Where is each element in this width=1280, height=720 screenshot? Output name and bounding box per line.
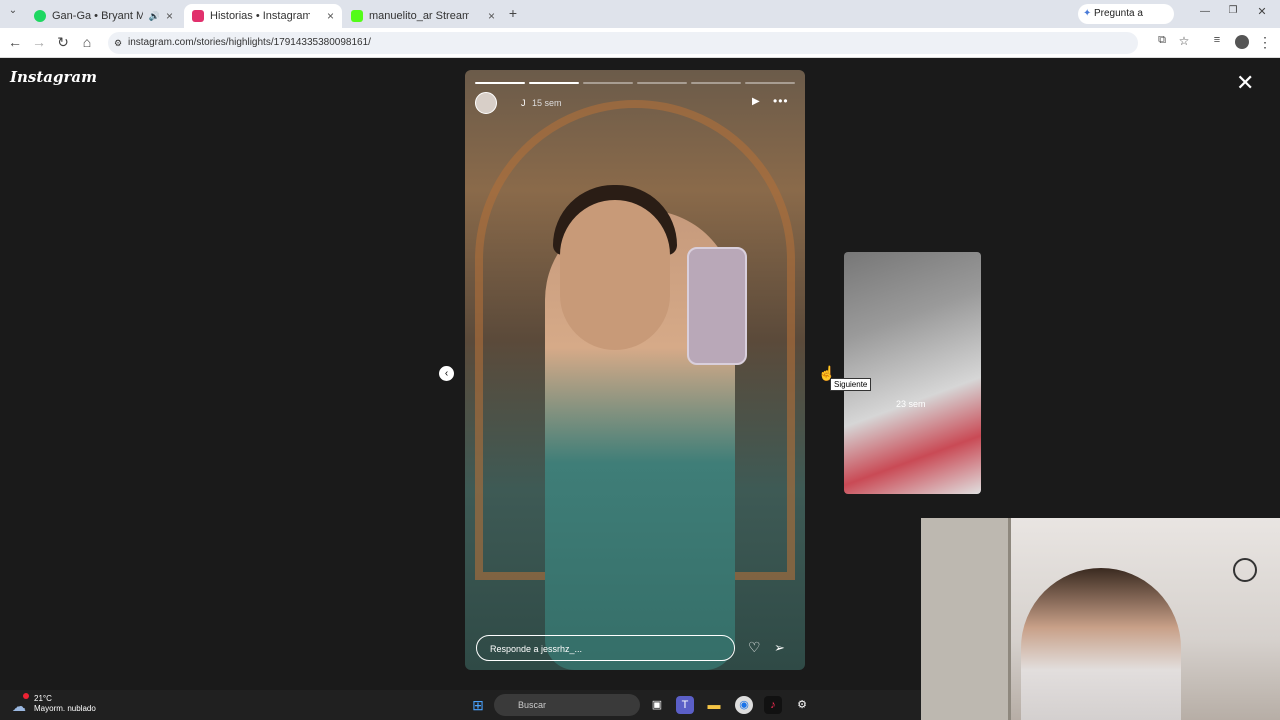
tab-label: manuelito_ar Stream - Watch Li: [369, 10, 469, 22]
minimize-icon[interactable]: —: [1196, 6, 1214, 17]
next-tooltip: Siguiente: [830, 378, 872, 391]
forward-icon[interactable]: →: [30, 34, 48, 50]
tab-label: Gan-Ga • Bryant Myers, Anu: [52, 10, 143, 22]
progress-segment: [745, 82, 795, 84]
webcam-overlay: [921, 518, 1280, 720]
webcam-streamer: [1021, 568, 1181, 720]
teams-icon[interactable]: T: [676, 696, 694, 714]
progress-segment: [475, 82, 525, 84]
site-info-icon[interactable]: ⚙: [114, 32, 122, 54]
progress-segment: [637, 82, 687, 84]
gemini-button[interactable]: ✦ Pregunta a Gemini: [1078, 4, 1174, 39]
close-tab-icon[interactable]: ×: [166, 9, 173, 23]
cast-icon[interactable]: ⧉: [1153, 34, 1171, 47]
progress-segment: [691, 82, 741, 84]
taskbar-search[interactable]: Buscar: [494, 694, 640, 716]
steam-icon[interactable]: ⚙: [793, 696, 811, 714]
heart-icon[interactable]: ♡: [748, 639, 761, 656]
next-story-preview[interactable]: 23 sem: [844, 252, 981, 494]
task-view-icon[interactable]: ▣: [648, 696, 666, 714]
story-card[interactable]: J 15 sem ▶ ••• Responde a jessrhz_... ♡ …: [465, 70, 805, 670]
instagram-icon: [192, 10, 204, 22]
previous-story-button[interactable]: ‹: [439, 366, 454, 381]
progress-segment: [529, 82, 579, 84]
tiktok-icon[interactable]: ♪: [764, 696, 782, 714]
kick-icon: [351, 10, 363, 22]
window-close-icon[interactable]: ✕: [1253, 5, 1271, 18]
tab-spotify[interactable]: Gan-Ga • Bryant Myers, Anu 🔊 ×: [26, 4, 181, 28]
story-timestamp: 15 sem: [532, 98, 562, 108]
file-explorer-icon[interactable]: ▬: [705, 696, 723, 714]
instagram-logo[interactable]: Instagram: [10, 68, 97, 86]
windows-start-icon[interactable]: ⊞: [469, 696, 487, 714]
tab-instagram[interactable]: Historias • Instagram ×: [184, 4, 342, 28]
weather-temperature: 21°C: [34, 694, 52, 703]
notification-badge: [23, 693, 29, 699]
cloud-icon: ☁: [12, 698, 26, 714]
story-photo-phone: [687, 247, 747, 365]
back-icon[interactable]: ←: [6, 34, 24, 50]
close-tab-icon[interactable]: ×: [327, 9, 334, 23]
home-icon[interactable]: ⌂: [78, 34, 96, 50]
weather-widget[interactable]: 21°C Mayorm. nublado: [34, 694, 96, 714]
progress-segment: [583, 82, 633, 84]
windows-taskbar: ☁ 21°C Mayorm. nublado ⊞ ⌕ Buscar ▣ T ▬ …: [0, 690, 921, 720]
chrome-icon[interactable]: ◉: [735, 696, 753, 714]
story-author-avatar[interactable]: [475, 92, 497, 114]
tab-search-icon[interactable]: ⌄: [4, 5, 22, 16]
webcam-door: [921, 518, 1011, 720]
reading-list-icon[interactable]: ≡: [1208, 34, 1226, 46]
story-photo-face: [560, 200, 670, 350]
address-bar[interactable]: ⚙ instagram.com/stories/highlights/17914…: [108, 32, 1138, 54]
bookmark-star-icon[interactable]: ☆: [1175, 34, 1193, 48]
reply-input[interactable]: Responde a jessrhz_...: [476, 635, 735, 661]
new-tab-button[interactable]: +: [504, 5, 522, 21]
browser-tab-bar: ⌄ Gan-Ga • Bryant Myers, Anu 🔊 × Histori…: [0, 0, 1280, 39]
tab-label: Historias • Instagram: [210, 10, 310, 22]
close-stories-button[interactable]: ✕: [1236, 70, 1254, 96]
profile-avatar[interactable]: [1235, 35, 1249, 49]
url-text: instagram.com/stories/highlights/1791433…: [128, 37, 371, 48]
more-options-icon[interactable]: •••: [773, 94, 789, 108]
tab-kick[interactable]: manuelito_ar Stream - Watch Li ×: [343, 4, 503, 28]
reload-icon[interactable]: ↻: [54, 34, 72, 51]
spotify-icon: [34, 10, 46, 22]
story-author-name[interactable]: J: [521, 98, 526, 108]
story-progress-bar: [475, 82, 795, 84]
close-tab-icon[interactable]: ×: [488, 9, 495, 23]
send-icon[interactable]: ➢: [774, 640, 785, 656]
browser-toolbar: ← → ↻ ⌂ ⚙ instagram.com/stories/highligh…: [0, 28, 1280, 58]
restore-icon[interactable]: ❐: [1224, 5, 1242, 16]
next-story-timestamp: 23 sem: [896, 399, 926, 409]
wall-emblem-icon: [1233, 558, 1257, 582]
weather-description: Mayorm. nublado: [34, 704, 96, 713]
speaker-icon[interactable]: 🔊: [149, 11, 160, 22]
play-icon[interactable]: ▶: [752, 96, 760, 107]
menu-dots-icon[interactable]: ⋮: [1256, 34, 1274, 51]
gemini-icon: ✦: [1083, 8, 1092, 19]
